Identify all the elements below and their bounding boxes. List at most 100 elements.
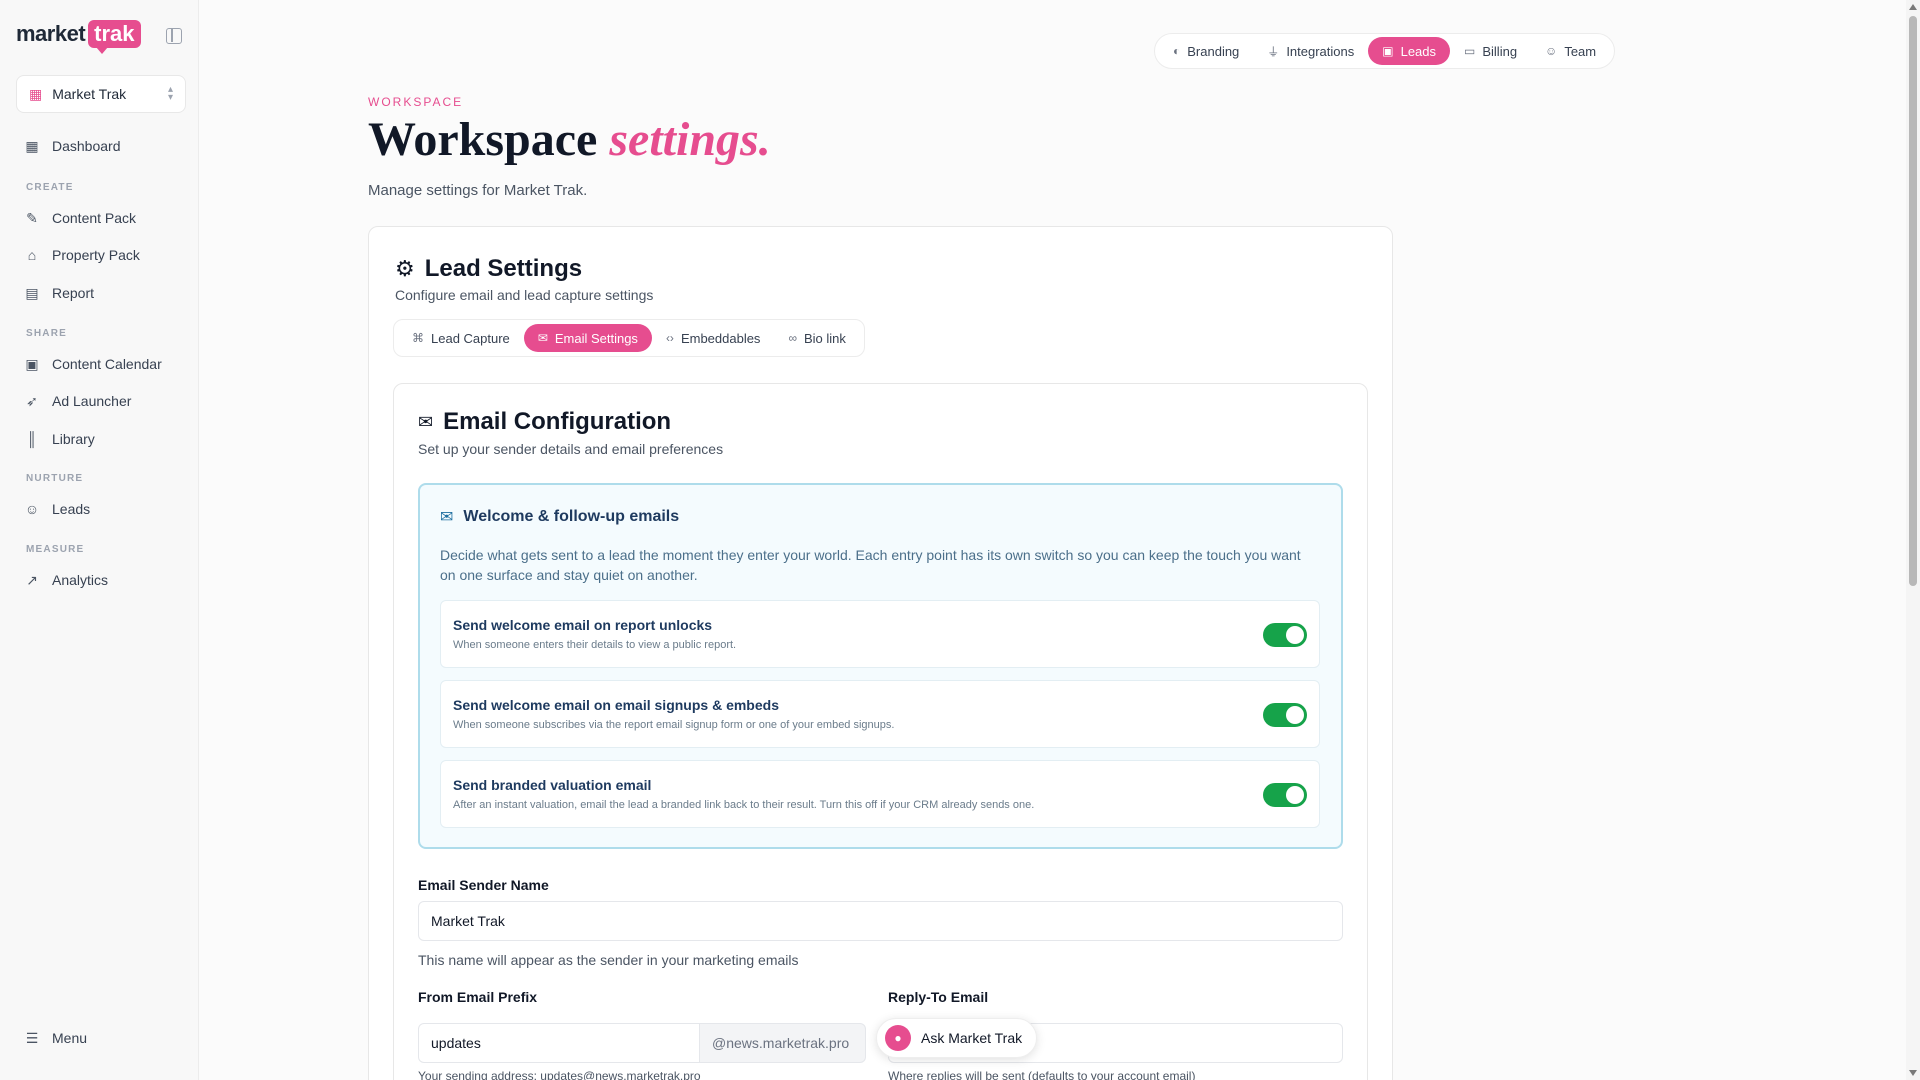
reply-to-help: Where replies will be sent (defaults to …: [888, 1069, 1196, 1080]
tab-email-settings[interactable]: ✉ Email Settings: [523, 324, 652, 352]
sidebar-item-dashboard[interactable]: ▦ Dashboard: [24, 135, 121, 157]
sidebar: market trak ▦ Market Trak ▴ ▾ ▦ Dashboard…: [0, 0, 199, 1080]
toggle-description: When someone subscribes via the report e…: [453, 719, 895, 731]
logo[interactable]: market trak: [16, 20, 141, 54]
sender-name-help: This name will appear as the sender in y…: [418, 952, 799, 968]
nav-section-share: SHARE: [26, 328, 68, 339]
sidebar-item-report[interactable]: ▤ Report: [24, 282, 94, 304]
grid-icon: ▦: [25, 137, 39, 154]
welcome-emails-description: Decide what gets sent to a lead the mome…: [440, 547, 1301, 583]
page-eyebrow: WORKSPACE: [368, 95, 464, 109]
from-prefix-label: From Email Prefix: [418, 989, 538, 1005]
nav-section-nurture: NURTURE: [26, 473, 84, 484]
calendar-icon: ▣: [25, 355, 39, 372]
sidebar-item-label: Property Pack: [52, 247, 140, 263]
lead-settings-title-text: Lead Settings: [424, 255, 583, 282]
toggle-row-email-signups: Send welcome email on email signups & em…: [440, 680, 1320, 748]
from-prefix-input[interactable]: updates: [418, 1023, 700, 1063]
toggle-row-valuation-email: Send branded valuation email After an in…: [440, 760, 1320, 828]
scroll-thumb[interactable]: [1909, 16, 1917, 586]
sidebar-item-label: Menu: [52, 1030, 88, 1046]
sidebar-item-label: Content Calendar: [52, 356, 162, 372]
welcome-emails-panel: ✉ Welcome & follow-up emails Decide what…: [418, 483, 1343, 849]
library-icon: ║: [27, 431, 37, 447]
email-configuration-title-text: Email Configuration: [443, 408, 672, 435]
sidebar-item-label: Report: [52, 285, 95, 301]
nav-section-create: CREATE: [26, 182, 74, 193]
home-icon: ⌂: [27, 247, 37, 263]
reply-to-label: Reply-To Email: [888, 989, 989, 1005]
workspace-selector[interactable]: ▦ Market Trak ▴ ▾: [16, 75, 186, 113]
tab-label: Lead Capture: [431, 330, 510, 346]
sidebar-item-content-pack[interactable]: ✎ Content Pack: [24, 207, 136, 229]
tab-label: Integrations: [1286, 43, 1355, 59]
welcome-emails-title-text: Welcome & follow-up emails: [463, 508, 680, 525]
tab-bio-link[interactable]: ∞ Bio link: [774, 324, 859, 352]
logo-text-trak: trak: [88, 20, 141, 54]
document-icon: ▤: [25, 284, 39, 301]
ask-assistant-label: Ask Market Trak: [921, 1030, 1023, 1046]
sidebar-item-property-pack[interactable]: ⌂ Property Pack: [24, 244, 140, 266]
toggle-row-report-unlocks: Send welcome email on report unlocks Whe…: [440, 600, 1320, 668]
sidebar-item-label: Content Pack: [52, 210, 137, 226]
tab-team[interactable]: ☺ Team: [1531, 37, 1610, 65]
plug-icon: ⏚: [1267, 44, 1280, 59]
page-scrollbar[interactable]: [1906, 0, 1920, 1080]
tab-label: Email Settings: [554, 330, 638, 346]
sender-name-input[interactable]: Market Trak: [418, 901, 1343, 941]
tab-billing[interactable]: ▭ Billing: [1450, 37, 1531, 65]
lead-settings-title: ⚙ Lead Settings: [395, 255, 582, 283]
from-prefix-help: Your sending address: updates@news.marke…: [418, 1069, 701, 1080]
contact-card-icon: ▣: [1382, 44, 1394, 58]
sidebar-item-library[interactable]: ║ Library: [24, 428, 95, 450]
sidebar-item-leads[interactable]: ☺ Leads: [24, 498, 90, 520]
toggle-switch-valuation-email[interactable]: [1263, 783, 1307, 807]
sidebar-item-label: Dashboard: [52, 138, 121, 154]
page-title: Workspace settings.: [368, 112, 771, 167]
welcome-emails-title: ✉ Welcome & follow-up emails: [440, 507, 679, 527]
sidebar-item-label: Ad Launcher: [52, 393, 132, 409]
code-icon: ‹›: [665, 331, 674, 345]
scroll-down-arrow-icon[interactable]: [1909, 1070, 1917, 1076]
workspace-name: Market Trak: [52, 86, 127, 102]
settings-top-tabs: ◐ Branding ⏚ Integrations ▣ Leads ▭ Bill…: [1154, 33, 1616, 69]
tab-embeddables[interactable]: ‹› Embeddables: [652, 324, 775, 352]
sidebar-item-label: Leads: [52, 501, 91, 517]
toggle-switch-report-unlocks[interactable]: [1263, 623, 1307, 647]
users-icon: ☺: [1545, 44, 1558, 58]
scroll-up-arrow-icon[interactable]: [1909, 4, 1917, 10]
toggle-switch-email-signups[interactable]: [1263, 703, 1307, 727]
tab-lead-capture[interactable]: ⌘ Lead Capture: [398, 324, 524, 352]
page-title-main: Workspace: [368, 113, 610, 166]
nav-section-measure: MEASURE: [26, 544, 85, 555]
toggle-description: When someone enters their details to vie…: [453, 639, 737, 651]
toggle-title: Send branded valuation email: [453, 777, 652, 793]
tab-leads[interactable]: ▣ Leads: [1368, 37, 1451, 65]
credit-card-icon: ▭: [1464, 44, 1476, 58]
sidebar-item-label: Analytics: [52, 572, 109, 588]
page-title-accent: settings.: [609, 113, 771, 166]
rocket-icon: ➶: [26, 392, 38, 409]
toggle-title: Send welcome email on email signups & em…: [453, 697, 779, 713]
mail-icon: ✉: [440, 509, 454, 526]
tab-label: Team: [1564, 43, 1597, 59]
sidebar-item-content-calendar[interactable]: ▣ Content Calendar: [24, 353, 162, 375]
tab-integrations[interactable]: ⏚ Integrations: [1253, 37, 1368, 65]
email-configuration-card: ✉ Email Configuration Set up your sender…: [393, 383, 1368, 1080]
sidebar-item-analytics[interactable]: ↗ Analytics: [24, 569, 108, 591]
lead-settings-tabs: ⌘ Lead Capture ✉ Email Settings ‹› Embed…: [393, 319, 865, 357]
hamburger-icon: ☰: [25, 1029, 39, 1046]
building-icon: ▦: [29, 85, 43, 102]
sidebar-collapse-icon[interactable]: [166, 28, 182, 44]
toggle-title: Send welcome email on report unlocks: [453, 617, 713, 633]
gear-icon: ⚙: [395, 256, 415, 281]
lead-settings-subtitle: Configure email and lead capture setting…: [395, 287, 654, 303]
lead-settings-card: ⚙ Lead Settings Configure email and lead…: [368, 226, 1393, 1080]
sidebar-menu-button[interactable]: ☰ Menu: [24, 1027, 87, 1049]
tab-label: Embeddables: [680, 330, 761, 346]
page-subtitle: Manage settings for Market Trak.: [368, 182, 588, 199]
email-configuration-title: ✉ Email Configuration: [418, 408, 671, 436]
ask-assistant-button[interactable]: ● Ask Market Trak: [876, 1018, 1038, 1058]
tab-branding[interactable]: ◐ Branding: [1159, 37, 1253, 65]
sidebar-item-ad-launcher[interactable]: ➶ Ad Launcher: [24, 390, 131, 412]
